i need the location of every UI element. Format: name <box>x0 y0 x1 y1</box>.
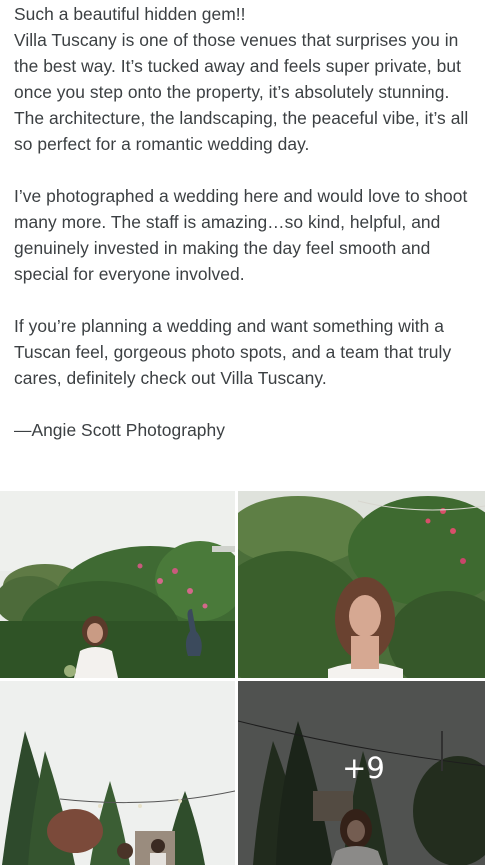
bride-garden-image <box>0 491 235 678</box>
cypress-trees-image <box>0 681 235 865</box>
review-photo-4[interactable]: +9 <box>238 681 485 865</box>
more-photos-overlay[interactable]: +9 <box>238 681 485 865</box>
review-photo-3[interactable] <box>0 681 235 865</box>
review-paragraph-1: Such a beautiful hidden gem!! Villa Tusc… <box>14 4 469 154</box>
review-text: Such a beautiful hidden gem!! Villa Tusc… <box>14 0 476 469</box>
review-photo-1[interactable] <box>0 491 235 678</box>
photo-grid: +9 <box>0 491 485 865</box>
review-signature: —Angie Scott Photography <box>14 420 225 440</box>
review-photo-2[interactable] <box>238 491 485 678</box>
more-photos-count: +9 <box>342 751 385 785</box>
bride-portrait-image <box>238 491 485 678</box>
review-paragraph-3: If you’re planning a wedding and want so… <box>14 316 452 388</box>
review-paragraph-2: I’ve photographed a wedding here and wou… <box>14 186 468 284</box>
